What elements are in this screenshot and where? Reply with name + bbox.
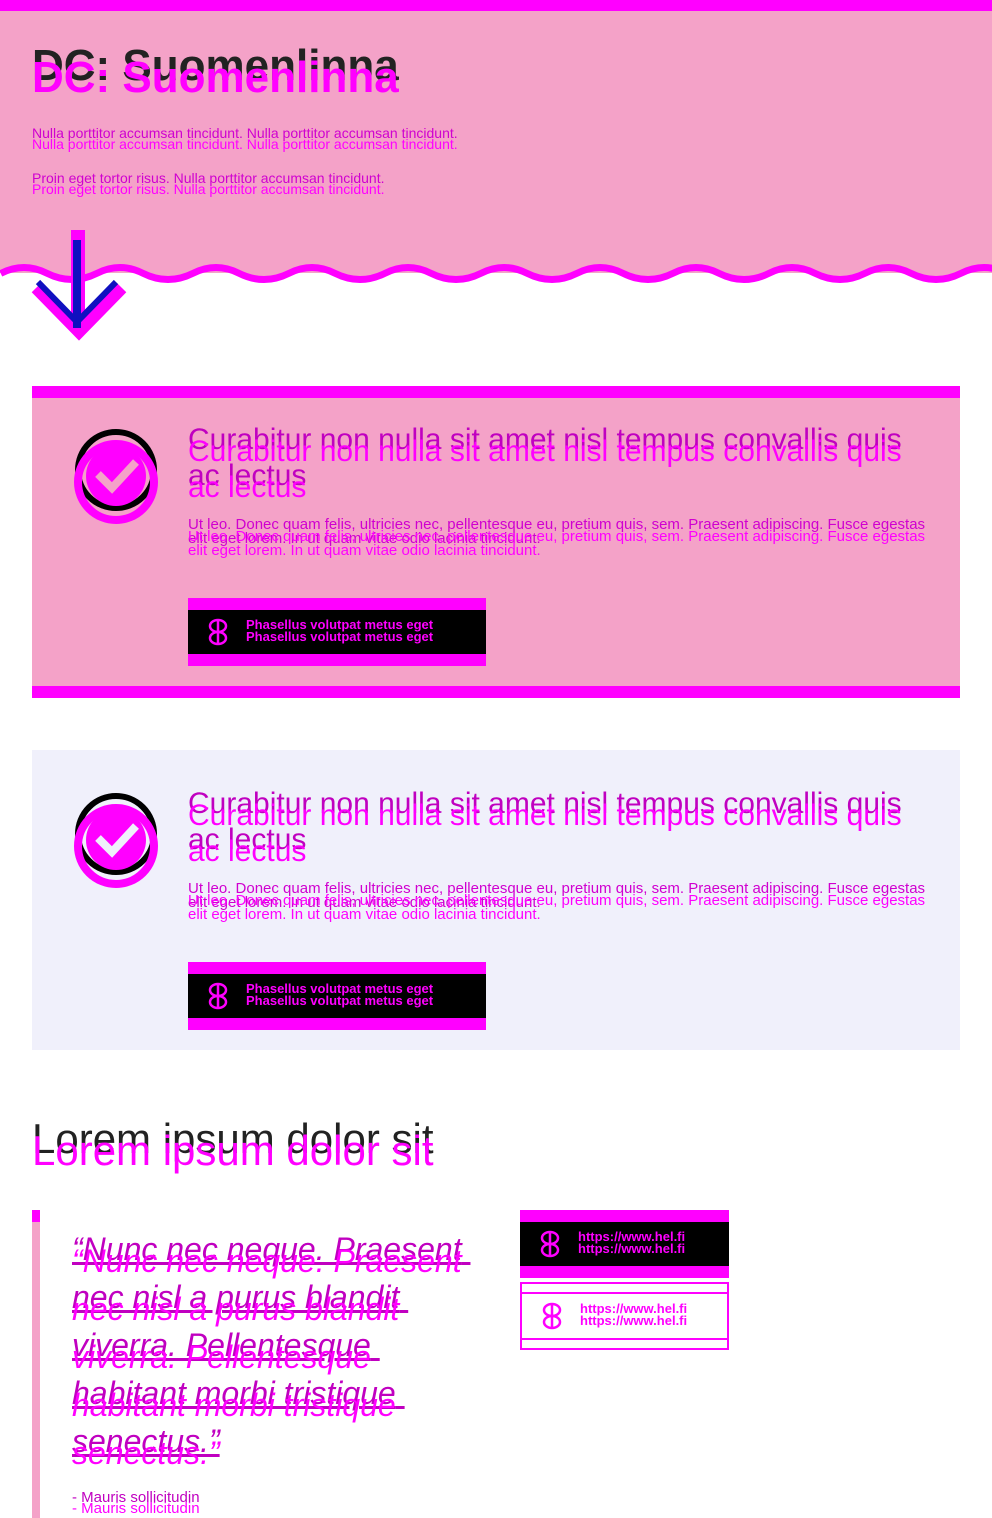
section-title: Lorem ipsum dolor sit Lorem ipsum dolor s… bbox=[32, 1115, 434, 1174]
card-action-label: Phasellus volutpat metus eget Phasellus v… bbox=[246, 981, 434, 1008]
top-accent-bar bbox=[0, 0, 992, 11]
helsinki-logo-icon bbox=[208, 982, 228, 1010]
card-heading: Curabitur non nulla sit amet nisl tempus… bbox=[188, 423, 911, 504]
blockquote-text: “Nunc nec neque. Praesent nec nisl a pur… bbox=[72, 1231, 471, 1471]
arrow-down-icon[interactable] bbox=[30, 228, 130, 358]
highlight-card-2: Curabitur non nulla sit amet nisl tempus… bbox=[32, 750, 960, 1050]
hero-paragraph-1: Nulla porttitor accumsan tincidunt. Null… bbox=[32, 125, 458, 152]
card-body: Ut leo. Donec quam felis, ultricies nec,… bbox=[188, 880, 930, 923]
check-circle-icon bbox=[74, 429, 158, 524]
helsinki-logo-icon bbox=[208, 618, 228, 646]
highlight-card-1: Curabitur non nulla sit amet nisl tempus… bbox=[32, 386, 960, 698]
link-label: https://www.hel.fi https://www.hel.fi bbox=[578, 1229, 686, 1256]
page-title: DC: Suomenlinna DC: Suomenlinna bbox=[32, 41, 399, 102]
card-body: Ut leo. Donec quam felis, ultricies nec,… bbox=[188, 516, 930, 559]
quote-border bbox=[32, 1210, 40, 1518]
link-button-filled[interactable]: https://www.hel.fi https://www.hel.fi bbox=[520, 1210, 729, 1278]
card-heading: Curabitur non nulla sit amet nisl tempus… bbox=[188, 787, 911, 868]
hero-paragraph-2: Proin eget tortor risus. Nulla porttitor… bbox=[32, 170, 385, 197]
card-action-button[interactable]: Phasellus volutpat metus eget Phasellus v… bbox=[188, 598, 486, 666]
hero-wave-divider bbox=[0, 250, 992, 283]
link-label: https://www.hel.fi https://www.hel.fi bbox=[580, 1301, 688, 1328]
card-action-button[interactable]: Phasellus volutpat metus eget Phasellus v… bbox=[188, 962, 486, 1030]
card-action-label: Phasellus volutpat metus eget Phasellus v… bbox=[246, 617, 434, 644]
blockquote-author: - Mauris sollicitudin - Mauris sollicitud… bbox=[72, 1489, 200, 1517]
quote-border-accent bbox=[32, 1210, 40, 1222]
check-circle-icon bbox=[74, 793, 158, 888]
link-button-outline[interactable]: https://www.hel.fi https://www.hel.fi bbox=[520, 1282, 729, 1350]
helsinki-logo-icon bbox=[540, 1230, 560, 1258]
helsinki-logo-icon bbox=[542, 1302, 562, 1330]
